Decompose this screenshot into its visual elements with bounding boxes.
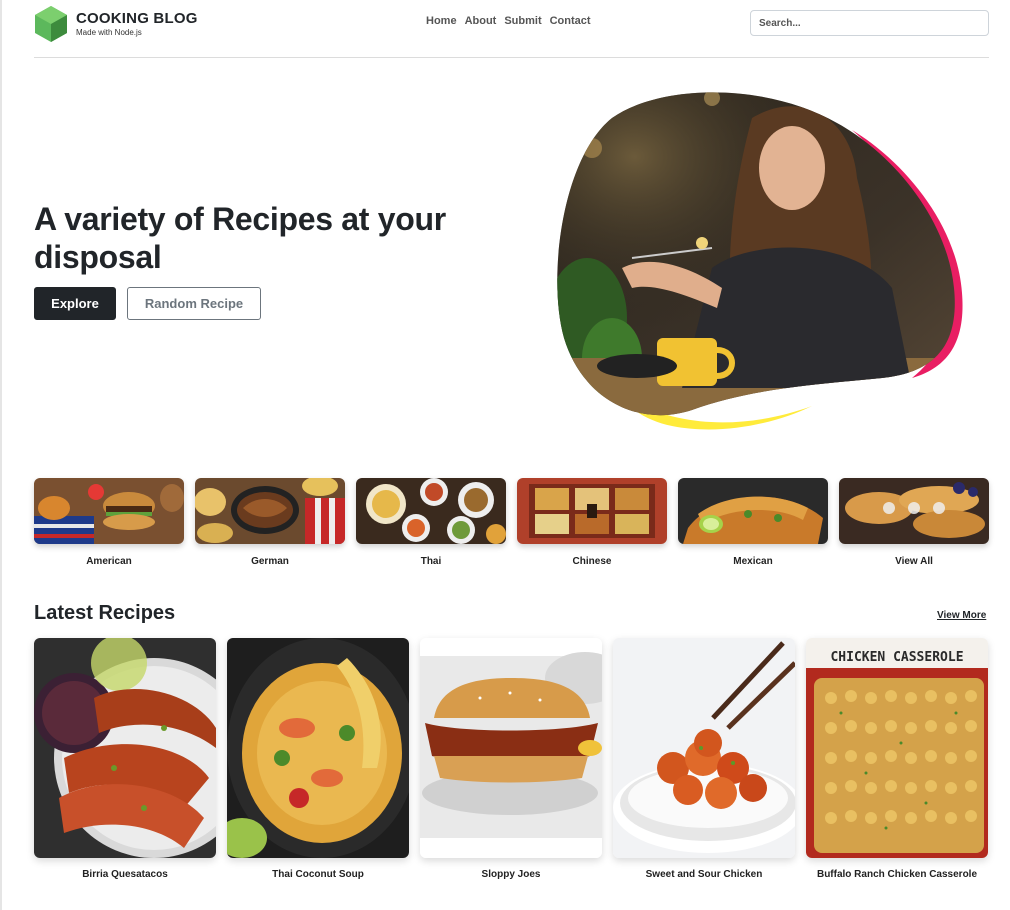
category-view-all-label: View All	[895, 556, 933, 567]
recipe-label-sloppy-joes: Sloppy Joes	[481, 869, 541, 880]
random-recipe-button[interactable]: Random Recipe	[127, 287, 261, 320]
recipe-image-caption: CHICKEN CASSEROLE	[830, 650, 963, 665]
recipe-label-thai-coconut-soup: Thai Coconut Soup	[272, 869, 364, 880]
recipe-label-birria-quesatacos: Birria Quesatacos	[82, 869, 168, 880]
nav-home[interactable]: Home	[426, 15, 457, 27]
category-mexican-image	[678, 478, 828, 544]
category-german[interactable]: German	[195, 478, 345, 567]
recipe-label-buffalo-ranch-chicken-casserole: Buffalo Ranch Chicken Casserole	[816, 869, 978, 880]
hero-image	[557, 92, 963, 430]
category-german-image	[195, 478, 345, 544]
hexagon-logo-icon	[35, 6, 67, 42]
brand-subtitle: Made with Node.js	[76, 28, 142, 37]
recipe-image-birria-quesatacos	[34, 638, 216, 858]
recipe-card-sloppy-joes[interactable]: Sloppy Joes	[420, 638, 602, 880]
recipe-image-sweet-and-sour-chicken	[613, 638, 795, 858]
brand-logo-link[interactable]: COOKING BLOG Made with Node.js	[34, 5, 198, 43]
category-mexican-label: Mexican	[733, 556, 773, 567]
category-view-all-image	[839, 478, 989, 544]
recipe-card-sweet-and-sour-chicken[interactable]: Sweet and Sour Chicken	[613, 638, 795, 880]
latest-recipes-title: Latest Recipes	[34, 602, 176, 624]
nav-contact[interactable]: Contact	[550, 15, 591, 27]
site-header: COOKING BLOG Made with Node.js Home Abou…	[34, 0, 989, 58]
recipe-card-thai-coconut-soup[interactable]: Thai Coconut Soup	[227, 638, 409, 880]
recipe-image-buffalo-ranch-chicken-casserole: CHICKEN CASSEROLE	[806, 638, 988, 858]
category-chinese-label: Chinese	[572, 556, 612, 567]
explore-button[interactable]: Explore	[34, 287, 116, 320]
category-mexican[interactable]: Mexican	[678, 478, 828, 567]
category-thai-image	[356, 478, 506, 544]
category-chinese[interactable]: Chinese	[517, 478, 667, 567]
recipe-card-buffalo-ranch-chicken-casserole[interactable]: CHICKEN CASSEROLE Buffalo Ranch Chicken …	[806, 638, 988, 880]
category-american-label: American	[86, 556, 132, 567]
category-view-all[interactable]: View All	[839, 478, 989, 567]
hero-title: A variety of Recipes at your disposal	[34, 201, 446, 275]
recipe-label-sweet-and-sour-chicken: Sweet and Sour Chicken	[645, 869, 763, 880]
recipe-card-birria-quesatacos[interactable]: Birria Quesatacos	[34, 638, 216, 880]
latest-recipes-list: Birria Quesatacos Thai Coconut Soup Slop…	[34, 638, 989, 880]
recipe-image-thai-coconut-soup	[227, 638, 409, 858]
category-thai[interactable]: Thai	[356, 478, 506, 567]
category-list: American German Thai Chinese Mexican Vie…	[34, 478, 989, 567]
brand-title: COOKING BLOG	[76, 10, 198, 27]
nav-about[interactable]: About	[465, 15, 497, 27]
recipe-image-sloppy-joes	[420, 638, 602, 858]
category-american-image	[34, 478, 184, 544]
category-thai-label: Thai	[420, 556, 442, 567]
category-chinese-image	[517, 478, 667, 544]
category-american[interactable]: American	[34, 478, 184, 567]
search-input[interactable]	[750, 10, 989, 36]
nav-submit[interactable]: Submit	[504, 15, 541, 27]
view-more-link[interactable]: View More	[937, 610, 986, 621]
left-border	[0, 0, 2, 910]
category-german-label: German	[251, 556, 289, 567]
main-nav: Home About Submit Contact	[426, 15, 591, 27]
